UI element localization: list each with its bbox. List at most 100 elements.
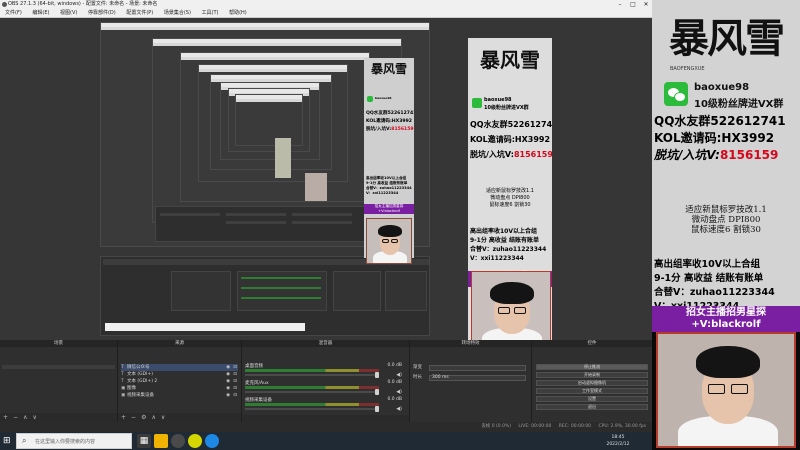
preview-wechat-icon: [472, 98, 482, 108]
menu-profile[interactable]: 配置文件(P): [126, 9, 153, 18]
visibility-icon[interactable]: ◉: [226, 392, 230, 399]
add-source-icon[interactable]: +: [121, 414, 126, 421]
windows-start-icon[interactable]: ⊞: [3, 436, 13, 446]
transition-select[interactable]: [429, 365, 526, 371]
audio-mixer-dock: 混音器 桌面音频 0.0 dB ◀) 麦克风/Aux 0.0 dB ◀) 视频采集设…: [242, 340, 410, 422]
settings-button[interactable]: 设置: [536, 396, 648, 402]
close-icon[interactable]: ✕: [640, 0, 652, 9]
obs-taskbar-icon[interactable]: [171, 434, 185, 448]
menu-scene-collection[interactable]: 场景集合(S): [164, 9, 191, 18]
qq-group: QQ水友群522612741: [654, 114, 786, 128]
wechat-id: baoxue98: [694, 82, 750, 93]
visibility-icon[interactable]: ◉: [226, 371, 230, 378]
transitions-dock: 转场特效 渐变 时长 300 ms: [410, 340, 532, 422]
volume-fader[interactable]: [245, 408, 379, 410]
maximize-icon[interactable]: □: [627, 0, 639, 9]
source-row[interactable]: T 文本 (GDI+) ◉ ⊡: [121, 371, 238, 378]
webcam-overlay: [656, 332, 796, 448]
speaker-icon[interactable]: ◀): [396, 406, 402, 412]
nested-qq-group: QQ水友群522612741: [366, 111, 414, 116]
docks-area: 场景 + − ∧ ∨ 来源 T 微信公众号 ◉ ⊡ T 文本 (GDI+) ◉ ⊡ T 文本: [0, 340, 652, 432]
volume-meter: [245, 386, 379, 389]
menu-docks[interactable]: 停靠部件(D): [88, 9, 116, 18]
preview-webcam: [471, 271, 551, 340]
lock-icon[interactable]: ⊡: [233, 364, 237, 371]
menu-edit[interactable]: 编辑(E): [32, 9, 49, 18]
task-view-icon[interactable]: ▦: [137, 434, 151, 448]
menu-tools[interactable]: 工具(T): [202, 9, 219, 18]
start-recording-button[interactable]: 开始录制: [536, 372, 648, 378]
scene-down-icon[interactable]: ∨: [32, 414, 36, 421]
speaker-icon[interactable]: ◀): [396, 372, 402, 378]
preview-wechat-group: 10级粉丝牌进VX群: [484, 105, 529, 111]
source-row[interactable]: ▣ 视频采集设备 ◉ ⊡: [121, 392, 238, 399]
search-icon: ⌕: [22, 436, 27, 445]
preview-kol-code: KOL邀请码:HX3992: [470, 135, 551, 144]
wechat-icon: [664, 82, 688, 106]
obs-window: OBS 27.1.3 (64-bit, windows) - 配置文件: 未命名…: [0, 0, 652, 432]
preview-canvas[interactable]: 暴风雪 baoxue98 QQ水友群522612741 KOL邀请码:HX399…: [0, 18, 652, 340]
stop-streaming-button[interactable]: 停止推流: [536, 364, 648, 370]
visibility-icon[interactable]: ◉: [226, 378, 230, 385]
remove-scene-icon[interactable]: −: [13, 414, 18, 421]
source-up-icon[interactable]: ∧: [151, 414, 155, 421]
menu-view[interactable]: 视图(V): [60, 9, 77, 18]
nested-wechat-id: baoxue98: [375, 96, 392, 100]
lock-icon[interactable]: ⊡: [233, 371, 237, 378]
lock-icon[interactable]: ⊡: [233, 378, 237, 385]
clock-date[interactable]: 2022/2/12: [598, 442, 638, 447]
add-scene-icon[interactable]: +: [3, 414, 8, 421]
duration-input[interactable]: 300 ms: [429, 375, 526, 381]
browser-taskbar-icon[interactable]: [205, 434, 219, 448]
nested-camera-thumb: [275, 138, 291, 178]
volume-fader[interactable]: [245, 391, 379, 393]
volume-fader[interactable]: [245, 374, 379, 376]
sources-dock: 来源 T 微信公众号 ◉ ⊡ T 文本 (GDI+) ◉ ⊡ T 文本 (GDI+) 2 …: [118, 340, 242, 422]
exit-button[interactable]: 退出: [536, 404, 648, 410]
lock-icon[interactable]: ⊡: [233, 392, 237, 399]
nested-preview-8: [235, 94, 303, 146]
menu-bar: 文件(F) 编辑(E) 视图(V) 停靠部件(D) 配置文件(P) 场景集合(S…: [0, 9, 652, 18]
overlay-poster: 暴风雪 BAOFENGXUE baoxue98 10级粉丝牌进VX群 QQ水友群…: [652, 0, 800, 332]
app-taskbar-icon[interactable]: [188, 434, 202, 448]
volume-meter: [245, 403, 379, 406]
fader-knob[interactable]: [375, 389, 379, 395]
minimize-icon[interactable]: –: [614, 0, 626, 9]
menu-help[interactable]: 帮助(H): [229, 9, 247, 18]
menu-file[interactable]: 文件(F): [5, 9, 22, 18]
source-row[interactable]: T 微信公众号 ◉ ⊡: [121, 364, 238, 371]
source-down-icon[interactable]: ∨: [161, 414, 165, 421]
taskbar-search-box[interactable]: ⌕ 在这里输入你要搜索的内容: [16, 433, 132, 449]
studio-mode-button[interactable]: 工作室模式: [536, 388, 648, 394]
scene-up-icon[interactable]: ∧: [23, 414, 27, 421]
scenes-dock: 场景 + − ∧ ∨: [0, 340, 118, 422]
cpu-usage: CPU: 2.9%, 30.00 fps: [598, 424, 647, 429]
mixer-toolbar: [242, 415, 409, 422]
virtual-camera-button[interactable]: 启动虚拟摄像机: [536, 380, 648, 386]
source-row[interactable]: T 文本 (GDI+) 2 ◉ ⊡: [121, 378, 238, 385]
dropped-frames: 丢帧 0 (0.0%): [481, 424, 511, 429]
title-bar: OBS 27.1.3 (64-bit, windows) - 配置文件: 未命名…: [0, 0, 652, 9]
source-row[interactable]: ▣ 图像 ◉ ⊡: [121, 385, 238, 392]
screen: OBS 27.1.3 (64-bit, windows) - 配置文件: 未命名…: [0, 0, 800, 450]
transitions-dock-title: 转场特效: [410, 340, 531, 347]
source-settings-icon[interactable]: ⚙: [141, 414, 146, 421]
clock-time[interactable]: 18:45: [598, 435, 638, 440]
nested-poster-logo: 暴风雪: [370, 62, 407, 76]
nested-webcam: [366, 218, 412, 264]
scene-item[interactable]: [2, 365, 115, 369]
remove-source-icon[interactable]: −: [131, 414, 136, 421]
scenes-dock-title: 场景: [0, 340, 117, 347]
visibility-icon[interactable]: ◉: [226, 385, 230, 392]
visibility-icon[interactable]: ◉: [226, 364, 230, 371]
file-explorer-icon[interactable]: [154, 434, 168, 448]
poster-logo: 暴风雪: [669, 15, 785, 62]
fader-knob[interactable]: [375, 372, 379, 378]
preview-qq-group: QQ水友群522612741: [470, 120, 552, 129]
transition-type-row: 渐变: [413, 364, 528, 372]
controls-dock: 控件 停止推流 开始录制 启动虚拟摄像机 工作室模式 设置 退出: [532, 340, 652, 422]
nested-pk-line: 脱坑/入坑V:8156159: [366, 127, 414, 132]
speaker-icon[interactable]: ◀): [396, 389, 402, 395]
lock-icon[interactable]: ⊡: [233, 385, 237, 392]
fader-knob[interactable]: [375, 406, 379, 412]
